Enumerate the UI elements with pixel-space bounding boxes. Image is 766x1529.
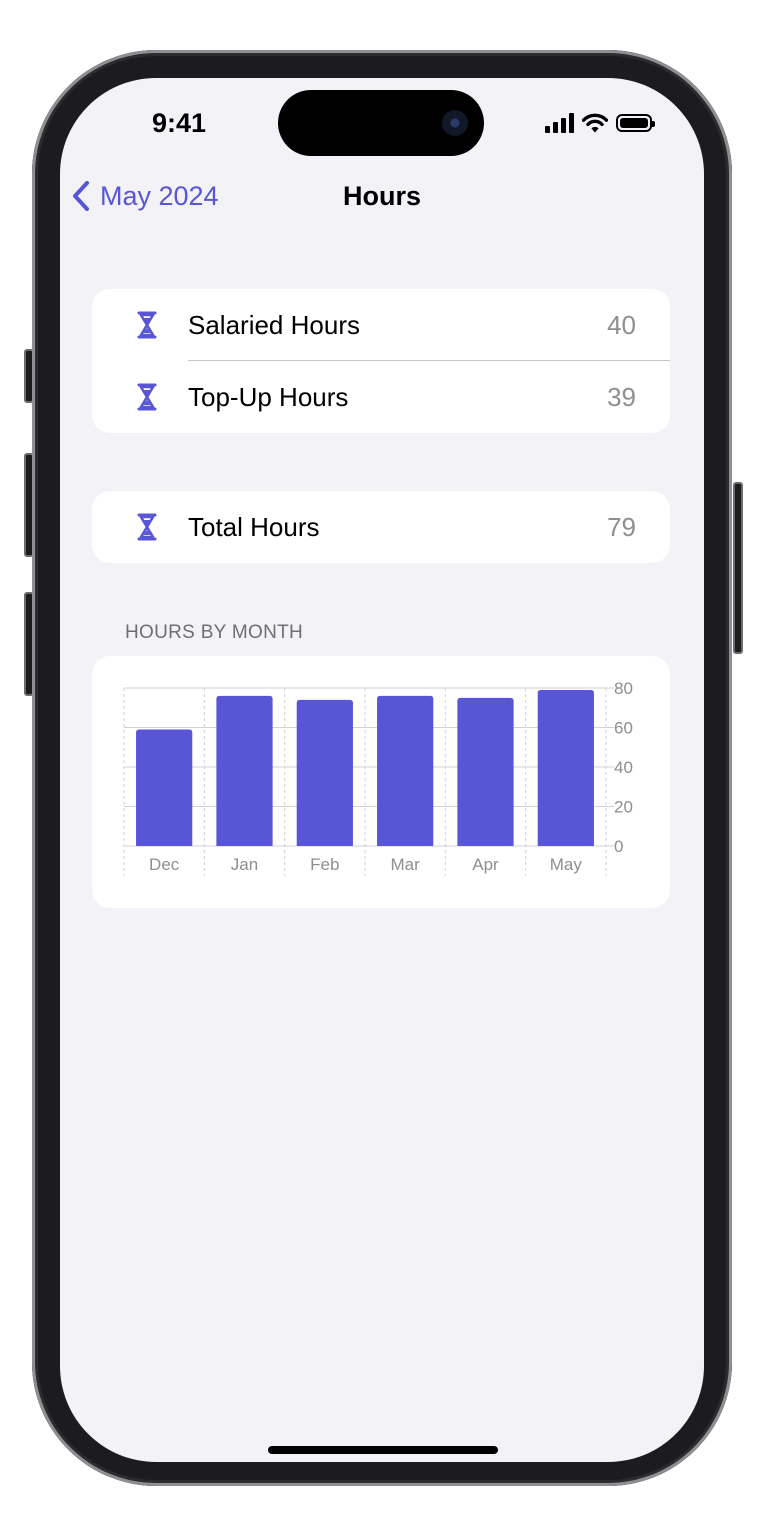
screen: 9:41 May 2024 Hours Salaried Hours 40 To… (60, 78, 704, 1462)
front-camera (442, 110, 468, 136)
list-item-label: Salaried Hours (188, 309, 360, 340)
bar-dec (136, 729, 193, 846)
bar-jan (216, 695, 273, 846)
x-tick-label: Jan (231, 855, 258, 874)
list-item-value: 40 (607, 309, 636, 340)
list-item-top-up-hours[interactable]: Top-Up Hours 39 (92, 361, 670, 433)
status-icons (545, 111, 655, 135)
hours-list-card: Salaried Hours 40 Top-Up Hours 39 (92, 289, 670, 433)
list-item-value: 39 (607, 381, 636, 412)
bar-mar (377, 695, 434, 846)
home-indicator[interactable] (268, 1446, 498, 1454)
x-tick-label: May (550, 855, 583, 874)
battery-icon (616, 114, 655, 132)
x-tick-label: Apr (472, 855, 499, 874)
total-value: 79 (607, 511, 636, 542)
y-tick-label: 60 (614, 719, 633, 738)
wifi-icon (582, 113, 608, 133)
bar-feb (296, 699, 353, 846)
hours-by-month-chart-card: 0 20 40 60 80 Dec Jan Feb Mar Apr May (92, 656, 670, 908)
y-tick-label: 20 (614, 798, 633, 817)
x-tick-label: Dec (149, 855, 180, 874)
y-tick-label: 0 (614, 837, 623, 856)
page-title: Hours (342, 181, 421, 211)
dynamic-island (278, 90, 484, 156)
list-item-salaried-hours[interactable]: Salaried Hours 40 (92, 289, 670, 361)
power-button (733, 482, 743, 654)
total-hours-card: Total Hours 79 (92, 491, 670, 563)
total-label: Total Hours (188, 511, 320, 542)
y-tick-label: 80 (614, 679, 633, 698)
hourglass-icon (134, 513, 160, 541)
hourglass-icon (134, 383, 160, 411)
list-item-label: Top-Up Hours (188, 381, 349, 412)
hours-bar-chart: 0 20 40 60 80 Dec Jan Feb Mar Apr May (123, 679, 633, 876)
x-tick-label: Feb (310, 855, 339, 874)
hourglass-icon (134, 311, 160, 339)
bar-apr (457, 697, 514, 846)
section-header: HOURS BY MONTH (125, 622, 304, 643)
x-tick-label: Mar (391, 855, 421, 874)
bar-may (537, 689, 594, 846)
cellular-signal-icon (545, 113, 574, 133)
status-time: 9:41 (152, 108, 207, 138)
y-tick-label: 40 (614, 758, 633, 777)
list-item-total-hours[interactable]: Total Hours 79 (92, 491, 670, 563)
